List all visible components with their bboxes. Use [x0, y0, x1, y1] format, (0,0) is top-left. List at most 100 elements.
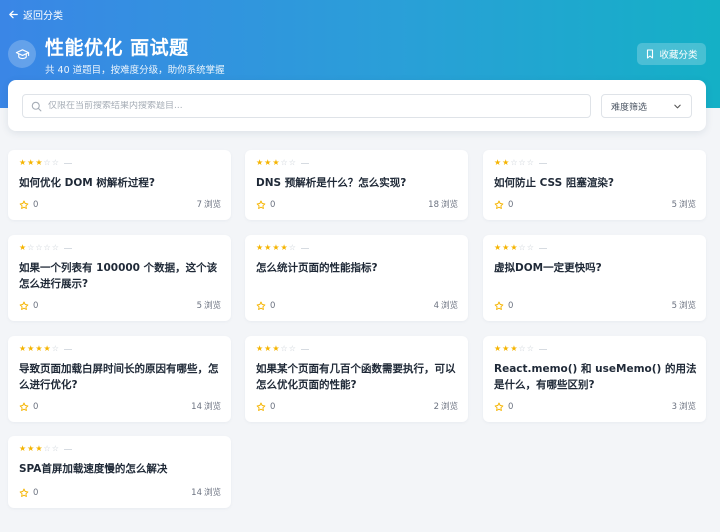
view-count-unit: 浏览 [440, 402, 458, 412]
favorite-count-value: 0 [270, 200, 276, 210]
view-count: 14 浏览 [191, 401, 221, 413]
star-filled-icon: ★ [280, 243, 288, 252]
star-empty-icon: ☆ [51, 344, 59, 353]
chevron-down-icon [674, 104, 681, 108]
star-outline-icon [19, 488, 29, 497]
question-card[interactable]: ★ ★ ★ ☆ ☆ DNS 预解析是什么？怎么实现? 0 18 浏览 [245, 150, 468, 220]
search-panel: 难度筛选 [8, 80, 706, 131]
question-card[interactable]: ★ ★ ★ ☆ ☆ SPA首屏加载速度慢的怎么解决 0 14 浏览 [8, 436, 231, 508]
view-count-value: 4 [433, 301, 439, 311]
view-count-unit: 浏览 [203, 488, 221, 498]
star-filled-icon: ★ [510, 243, 518, 252]
star-outline-icon [494, 200, 504, 209]
favorite-count[interactable]: 0 [494, 199, 513, 211]
favorite-count[interactable]: 0 [19, 199, 38, 211]
view-count: 2 浏览 [434, 401, 458, 413]
question-title[interactable]: 虚拟DOM一定更快吗? [494, 260, 699, 276]
view-count: 14 浏览 [191, 487, 221, 499]
favorite-count-value: 0 [33, 301, 39, 311]
question-title[interactable]: DNS 预解析是什么？怎么实现? [256, 175, 461, 191]
star-empty-icon: ☆ [518, 158, 526, 167]
question-title[interactable]: React.memo() 和 useMemo() 的用法是什么，有哪些区别? [494, 361, 699, 393]
star-filled-icon: ★ [264, 344, 272, 353]
star-empty-icon: ☆ [43, 444, 51, 453]
question-title[interactable]: 怎么统计页面的性能指标? [256, 260, 461, 276]
star-empty-icon: ☆ [51, 243, 59, 252]
favorite-count-value: 0 [270, 402, 276, 412]
star-empty-icon: ☆ [518, 344, 526, 353]
star-filled-icon: ★ [494, 158, 502, 167]
difficulty-filter-select[interactable]: 难度筛选 [601, 94, 692, 118]
star-filled-icon: ★ [272, 158, 280, 167]
difficulty-rating: ★ ★ ★ ★ ☆ [19, 344, 72, 354]
favorite-count[interactable]: 0 [19, 487, 38, 499]
star-empty-icon: ☆ [526, 344, 534, 353]
view-count-value: 5 [196, 301, 202, 311]
question-title[interactable]: 如果某个页面有几百个函数需要执行，可以怎么优化页面的性能? [256, 361, 461, 393]
star-filled-icon: ★ [264, 158, 272, 167]
difficulty-filter-label: 难度筛选 [611, 102, 648, 113]
back-link[interactable]: 返回分类 [8, 6, 63, 22]
search-box[interactable] [22, 94, 591, 118]
question-card[interactable]: ★ ★ ★ ☆ ☆ 如果某个页面有几百个函数需要执行，可以怎么优化页面的性能? 0 2 浏览 [245, 336, 468, 422]
star-filled-icon: ★ [272, 344, 280, 353]
question-title[interactable]: SPA首屏加载速度慢的怎么解决 [19, 461, 224, 477]
question-title[interactable]: 如何防止 CSS 阻塞渲染? [494, 175, 699, 191]
star-filled-icon: ★ [27, 444, 35, 453]
difficulty-rating: ★ ★ ★ ★ ☆ [256, 243, 309, 253]
favorite-count[interactable]: 0 [494, 401, 513, 413]
favorite-count-value: 0 [508, 301, 514, 311]
star-empty-icon: ☆ [288, 243, 296, 252]
favorite-count-value: 0 [33, 402, 39, 412]
view-count-unit: 浏览 [440, 301, 458, 311]
star-outline-icon [19, 301, 29, 310]
question-card[interactable]: ★ ★ ★ ☆ ☆ React.memo() 和 useMemo() 的用法是什么，有哪些… [483, 336, 706, 422]
view-count-unit: 浏览 [678, 402, 696, 412]
star-empty-icon: ☆ [518, 243, 526, 252]
favorite-count-value: 0 [508, 200, 514, 210]
favorite-count-value: 0 [33, 200, 39, 210]
star-empty-icon: ☆ [288, 158, 296, 167]
star-filled-icon: ★ [256, 344, 264, 353]
favorite-count[interactable]: 0 [19, 401, 38, 413]
star-filled-icon: ★ [264, 243, 272, 252]
question-title[interactable]: 导致页面加载白屏时间长的原因有哪些，怎么进行优化? [19, 361, 224, 393]
favorite-count[interactable]: 0 [494, 300, 513, 312]
question-card[interactable]: ★ ★ ★ ☆ ☆ 虚拟DOM一定更快吗? 0 5 浏览 [483, 235, 706, 321]
star-filled-icon: ★ [19, 158, 27, 167]
star-filled-icon: ★ [19, 344, 27, 353]
view-count-value: 5 [671, 200, 677, 210]
view-count: 3 浏览 [672, 401, 696, 413]
question-card[interactable]: ★ ★ ☆ ☆ ☆ 如何防止 CSS 阻塞渲染? 0 5 浏览 [483, 150, 706, 220]
difficulty-rating: ★ ★ ★ ☆ ☆ [19, 158, 72, 168]
favorite-category-label: 收藏分类 [659, 50, 698, 61]
question-card[interactable]: ★ ☆ ☆ ☆ ☆ 如果一个列表有 100000 个数据，这个该怎么进行展示? 0 5 浏览 [8, 235, 231, 321]
star-filled-icon: ★ [494, 344, 502, 353]
divider [538, 348, 547, 350]
search-input[interactable] [48, 101, 590, 111]
favorite-category-button[interactable]: 收藏分类 [637, 43, 706, 65]
favorite-count[interactable]: 0 [256, 300, 275, 312]
divider [300, 348, 309, 350]
favorite-count[interactable]: 0 [256, 199, 275, 211]
star-empty-icon: ☆ [510, 158, 518, 167]
question-title[interactable]: 如果一个列表有 100000 个数据，这个该怎么进行展示? [19, 260, 224, 292]
star-filled-icon: ★ [502, 243, 510, 252]
question-card[interactable]: ★ ★ ★ ★ ☆ 怎么统计页面的性能指标? 0 4 浏览 [245, 235, 468, 321]
favorite-count[interactable]: 0 [19, 300, 38, 312]
view-count: 5 浏览 [672, 300, 696, 312]
difficulty-rating: ★ ★ ★ ☆ ☆ [494, 344, 547, 354]
difficulty-rating: ★ ★ ★ ☆ ☆ [19, 444, 72, 454]
question-title[interactable]: 如何优化 DOM 树解析过程? [19, 175, 224, 191]
page-subtitle: 共 40 道题目，按难度分级，助你系统掌握 [45, 65, 225, 76]
favorite-count[interactable]: 0 [256, 401, 275, 413]
star-filled-icon: ★ [256, 158, 264, 167]
divider [63, 247, 72, 249]
star-empty-icon: ☆ [27, 243, 35, 252]
star-outline-icon [256, 301, 266, 310]
question-card[interactable]: ★ ★ ★ ☆ ☆ 如何优化 DOM 树解析过程? 0 7 浏览 [8, 150, 231, 220]
star-filled-icon: ★ [256, 243, 264, 252]
star-empty-icon: ☆ [280, 344, 288, 353]
question-card[interactable]: ★ ★ ★ ★ ☆ 导致页面加载白屏时间长的原因有哪些，怎么进行优化? 0 14 浏览 [8, 336, 231, 422]
divider [538, 162, 547, 164]
